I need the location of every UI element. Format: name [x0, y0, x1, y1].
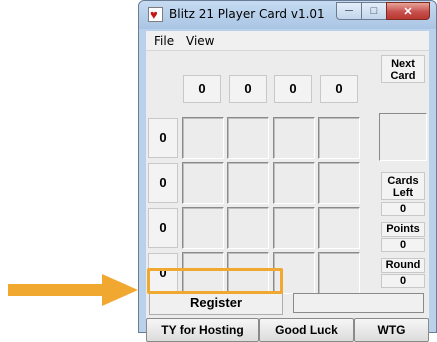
minimize-button[interactable]: ─: [336, 2, 362, 20]
column-score-1: 0: [183, 75, 221, 103]
row-score-4: 0: [148, 253, 178, 293]
grid-cell[interactable]: [273, 117, 315, 159]
next-card-slot: [379, 113, 427, 161]
grid-cell[interactable]: [227, 252, 269, 294]
grid-cell[interactable]: [273, 207, 315, 249]
grid-cell[interactable]: [318, 207, 360, 249]
minimize-icon: ─: [345, 5, 353, 17]
grid-cell[interactable]: [227, 207, 269, 249]
row-score-2: 0: [148, 163, 178, 203]
menu-file[interactable]: File: [154, 34, 174, 48]
window-title: Blitz 21 Player Card v1.01: [169, 7, 325, 21]
grid-cell[interactable]: [182, 117, 224, 159]
grid-cell[interactable]: [318, 162, 360, 204]
good-luck-button[interactable]: Good Luck: [259, 318, 354, 342]
close-button[interactable]: ✕: [386, 2, 430, 20]
client-area: File View 0 0 0 0 0 0 0 0 Next Card Card…: [146, 31, 429, 342]
menu-bar: File View: [146, 31, 429, 49]
column-score-4: 0: [320, 75, 358, 103]
points-label: Points: [381, 222, 425, 237]
grid-cell[interactable]: [182, 207, 224, 249]
grid-cell[interactable]: [273, 252, 315, 294]
points-value: 0: [381, 238, 425, 252]
column-score-3: 0: [274, 75, 312, 103]
register-button[interactable]: Register: [149, 291, 283, 315]
column-score-2: 0: [229, 75, 267, 103]
grid-cell[interactable]: [318, 117, 360, 159]
row-score-3: 0: [148, 208, 178, 248]
next-card-label: Next Card: [381, 55, 425, 83]
maximize-icon: □: [370, 5, 378, 17]
title-bar[interactable]: ♥ Blitz 21 Player Card v1.01 ─ □ ✕: [139, 1, 436, 29]
register-field[interactable]: [293, 293, 424, 313]
row-score-1: 0: [148, 118, 178, 158]
cards-left-label: Cards Left: [381, 172, 425, 200]
grid-cell[interactable]: [182, 162, 224, 204]
maximize-button[interactable]: □: [361, 2, 387, 20]
round-label: Round: [381, 258, 425, 273]
app-heart-icon: ♥: [148, 7, 163, 22]
card-panel: 0 0 0 0 0 0 0 0 Next Card Cards Left 0 P…: [146, 50, 429, 342]
grid-cell[interactable]: [227, 117, 269, 159]
grid-cell[interactable]: [182, 252, 224, 294]
grid-cell[interactable]: [273, 162, 315, 204]
cards-left-value: 0: [381, 202, 425, 216]
menu-view[interactable]: View: [186, 34, 214, 48]
ty-hosting-button[interactable]: TY for Hosting: [146, 318, 259, 342]
arrow-icon: [8, 274, 138, 306]
round-value: 0: [381, 274, 425, 288]
grid-cell[interactable]: [318, 252, 360, 294]
app-window: ♥ Blitz 21 Player Card v1.01 ─ □ ✕ File …: [138, 0, 437, 342]
close-icon: ✕: [403, 5, 413, 18]
wtg-button[interactable]: WTG: [354, 318, 429, 342]
grid-cell[interactable]: [227, 162, 269, 204]
